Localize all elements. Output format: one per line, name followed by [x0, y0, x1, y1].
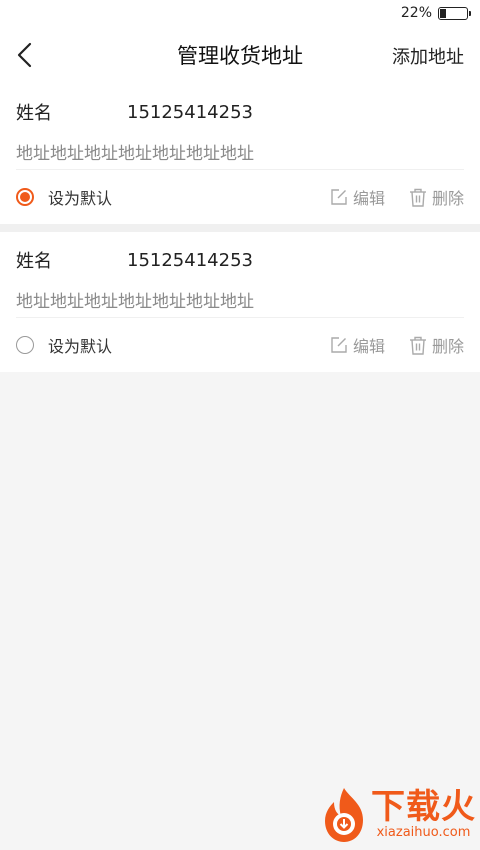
set-default-label[interactable]: 设为默认	[48, 333, 112, 357]
trash-icon	[409, 188, 426, 207]
edit-button[interactable]: 编辑	[330, 185, 385, 209]
default-radio[interactable]	[16, 336, 34, 354]
battery-icon	[438, 6, 471, 20]
delete-label: 删除	[431, 189, 464, 208]
battery-level-fill	[440, 8, 447, 18]
add-address-button[interactable]: 添加地址	[392, 43, 464, 69]
delete-button[interactable]: 删除	[409, 185, 464, 209]
watermark-logo: 下载火 xiazaihuo.com	[319, 786, 476, 844]
page-title: 管理收货地址	[177, 44, 303, 68]
recipient-name: 姓名	[16, 103, 52, 124]
card-divider	[0, 224, 480, 232]
set-default-label[interactable]: 设为默认	[48, 185, 112, 209]
address-card: 姓名 15125414253 地址地址地址地址地址地址地址 设为默认 编辑 删除	[0, 232, 480, 372]
recipient-phone: 15125414253	[127, 249, 253, 271]
address-card: 姓名 15125414253 地址地址地址地址地址地址地址 设为默认 编辑 删除	[0, 84, 480, 224]
status-bar: 22%	[0, 0, 480, 26]
radio-dot	[20, 192, 30, 202]
edit-button[interactable]: 编辑	[330, 333, 385, 357]
edit-label: 编辑	[352, 337, 385, 356]
watermark-url: xiazaihuo.com	[376, 825, 471, 840]
navigation-bar: 管理收货地址 添加地址	[0, 26, 480, 84]
battery-percentage: 22%	[400, 5, 432, 21]
address-text: 地址地址地址地址地址地址地址	[16, 292, 254, 312]
delete-label: 删除	[431, 337, 464, 356]
edit-icon	[331, 337, 347, 353]
watermark-title: 下载火	[371, 787, 476, 827]
address-info[interactable]: 姓名 15125414253 地址地址地址地址地址地址地址	[16, 232, 464, 318]
trash-icon	[409, 336, 426, 355]
address-text: 地址地址地址地址地址地址地址	[16, 144, 254, 164]
recipient-phone: 15125414253	[127, 101, 253, 123]
flame-logo-icon	[325, 788, 363, 842]
recipient-name: 姓名	[16, 251, 52, 272]
chevron-left-icon	[17, 42, 32, 68]
edit-label: 编辑	[352, 189, 385, 208]
back-button[interactable]	[10, 40, 40, 70]
default-radio[interactable]	[16, 188, 34, 206]
address-actions: 设为默认 编辑 删除	[16, 170, 464, 224]
address-actions: 设为默认 编辑 删除	[16, 318, 464, 372]
address-info[interactable]: 姓名 15125414253 地址地址地址地址地址地址地址	[16, 84, 464, 170]
delete-button[interactable]: 删除	[409, 333, 464, 357]
edit-icon	[331, 189, 347, 205]
